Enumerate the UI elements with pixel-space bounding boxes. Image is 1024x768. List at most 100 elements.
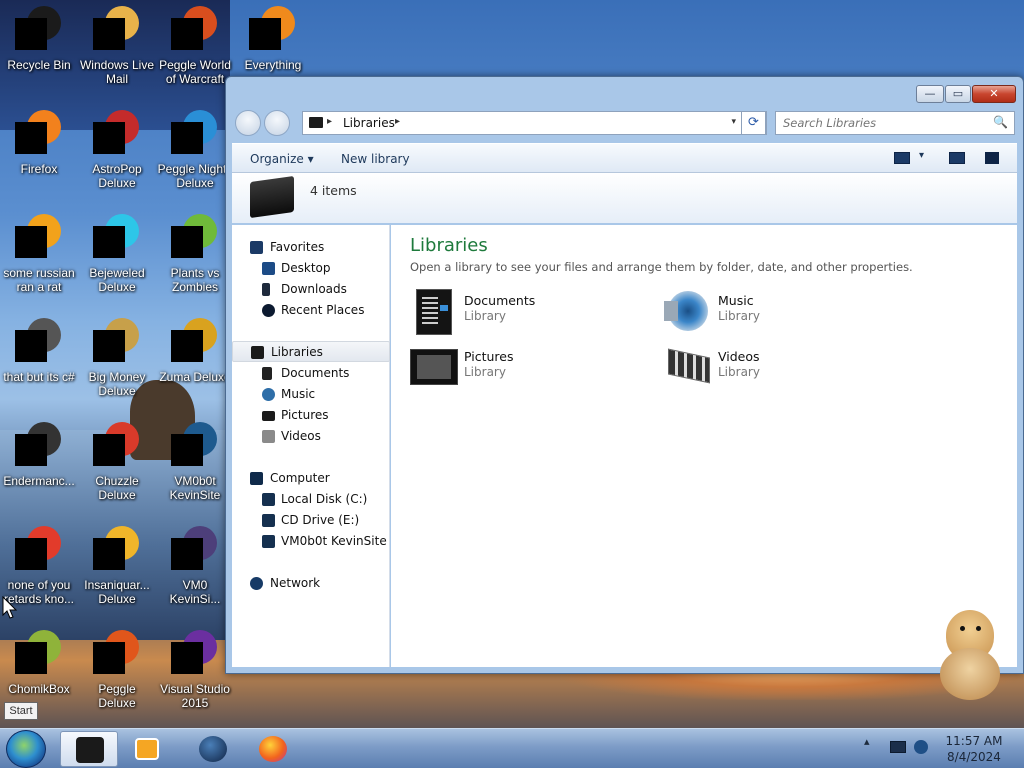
library-type: Library xyxy=(718,365,760,379)
nav-network[interactable]: Network xyxy=(232,573,390,594)
breadcrumb-libraries[interactable]: Libraries xyxy=(343,116,395,130)
help-icon[interactable] xyxy=(985,152,999,164)
desktop-icon-vm0-kevinsi[interactable]: VM0 KevinSi... xyxy=(156,526,234,606)
desktop-icon-chuzzle-deluxe[interactable]: Chuzzle Deluxe xyxy=(78,422,156,502)
search-input[interactable] xyxy=(776,112,986,134)
nav-label: Network xyxy=(270,576,321,590)
shortcut-icon xyxy=(171,630,219,678)
desktop-icon-zuma-deluxe[interactable]: Zuma Deluxe xyxy=(156,318,234,384)
desktop-icon-vm0b0t-kevinsite[interactable]: VM0b0t KevinSite xyxy=(156,422,234,502)
desktop-icon-insaniquar-deluxe[interactable]: Insaniquar... Deluxe xyxy=(78,526,156,606)
nav-music[interactable]: Music xyxy=(232,384,390,405)
tray-overflow-icon[interactable]: ▴ xyxy=(864,735,870,748)
library-documents[interactable]: Documents Library xyxy=(410,287,660,337)
change-view-icon[interactable] xyxy=(894,152,910,164)
network-tray-icon[interactable] xyxy=(890,741,906,753)
library-pictures[interactable]: Pictures Library xyxy=(410,343,660,393)
library-videos[interactable]: Videos Library xyxy=(664,343,914,393)
refresh-button[interactable]: ⟳ xyxy=(741,111,766,135)
network-icon xyxy=(250,577,263,590)
volume-tray-icon[interactable] xyxy=(914,740,928,754)
preview-pane-icon[interactable] xyxy=(949,152,965,164)
nav-downloads[interactable]: Downloads xyxy=(232,279,390,300)
taskbar-firefox[interactable] xyxy=(244,731,302,767)
nav-vm0b0t[interactable]: VM0b0t KevinSite xyxy=(232,531,390,552)
breadcrumb-separator[interactable]: ▸ xyxy=(395,116,400,127)
shortcut-icon xyxy=(93,318,141,366)
taskbar-explorer[interactable] xyxy=(60,731,118,767)
desktop-icon-big-money-deluxe[interactable]: Big Money Deluxe xyxy=(78,318,156,398)
desktop-icon-bejeweled-deluxe[interactable]: Bejeweled Deluxe xyxy=(78,214,156,294)
desktop-icon-everything[interactable]: Everything xyxy=(234,6,312,72)
nav-videos[interactable]: Videos xyxy=(232,426,390,447)
organize-button[interactable]: Organize ▾ xyxy=(250,152,314,166)
desktop-icon-label: Peggle Deluxe xyxy=(98,682,136,710)
desktop-icon-endermanc[interactable]: Endermanc... xyxy=(0,422,78,488)
shortcut-icon xyxy=(15,422,63,470)
desktop-icon-chomikbox[interactable]: ChomikBox xyxy=(0,630,78,696)
desktop-icon-windows-live-mail[interactable]: Windows Live Mail xyxy=(78,6,156,86)
forward-button[interactable] xyxy=(264,110,290,136)
shortcut-icon xyxy=(93,526,141,574)
library-name: Videos xyxy=(718,349,760,364)
desktop-icon-peggle-nights-deluxe[interactable]: Peggle Nights Deluxe xyxy=(156,110,234,190)
maximize-button[interactable]: ▭ xyxy=(945,85,971,103)
clock[interactable]: 11:57 AM 8/4/2024 xyxy=(934,733,1014,765)
minimize-button[interactable]: — xyxy=(916,85,944,103)
start-button[interactable] xyxy=(6,730,46,768)
desktop-icon-peggle-world-of-warcraft[interactable]: Peggle World of Warcraft xyxy=(156,6,234,86)
nav-label: Desktop xyxy=(281,261,331,275)
desktop-icon-visual-studio-2015[interactable]: Visual Studio 2015 xyxy=(156,630,234,710)
close-button[interactable]: ✕ xyxy=(972,85,1016,103)
desktop-icon-recycle-bin[interactable]: Recycle Bin xyxy=(0,6,78,72)
taskbar-media-player[interactable] xyxy=(120,731,178,767)
desktop-icon-peggle-deluxe[interactable]: Peggle Deluxe xyxy=(78,630,156,710)
taskbar-app-globe[interactable] xyxy=(184,731,242,767)
nav-favorites[interactable]: Favorites xyxy=(232,237,390,258)
desktop-icon-label: VM0 KevinSi... xyxy=(169,578,221,606)
nav-local-disk[interactable]: Local Disk (C:) xyxy=(232,489,390,510)
breadcrumb-separator[interactable]: ▸ xyxy=(327,116,332,127)
nav-label: Favorites xyxy=(270,240,325,254)
new-library-button[interactable]: New library xyxy=(341,152,410,166)
library-music[interactable]: Music Library xyxy=(664,287,914,337)
drive-icon xyxy=(262,493,275,506)
library-name: Pictures xyxy=(464,349,514,364)
view-dropdown-icon[interactable]: ▾ xyxy=(919,150,924,161)
explorer-window: — ▭ ✕ ▸ Libraries ▸ ▾ ⟳ 🔍 Organize ▾ New… xyxy=(225,76,1024,674)
nav-desktop[interactable]: Desktop xyxy=(232,258,390,279)
pictures-icon xyxy=(410,343,458,391)
desktop-icon-astropop-deluxe[interactable]: AstroPop Deluxe xyxy=(78,110,156,190)
search-box[interactable]: 🔍 xyxy=(775,111,1015,135)
downloads-icon xyxy=(262,283,270,296)
desktop-icon-firefox[interactable]: Firefox xyxy=(0,110,78,176)
desktop-icon-plants-vs-zombies[interactable]: Plants vs Zombies xyxy=(156,214,234,294)
nav-cd-drive[interactable]: CD Drive (E:) xyxy=(232,510,390,531)
nav-documents[interactable]: Documents xyxy=(232,363,390,384)
music-icon xyxy=(664,287,710,335)
library-name: Documents xyxy=(464,293,536,308)
library-name: Music xyxy=(718,293,754,308)
hamster-gadget[interactable] xyxy=(934,606,1006,702)
desktop-icon-label: VM0b0t KevinSite xyxy=(169,474,221,502)
command-bar: Organize ▾ New library ▾ xyxy=(232,143,1017,173)
libraries-icon xyxy=(309,117,323,128)
address-dropdown-icon[interactable]: ▾ xyxy=(731,117,736,127)
libraries-icon xyxy=(251,346,264,359)
star-icon xyxy=(250,241,263,254)
media-player-icon xyxy=(135,738,159,760)
nav-libraries[interactable]: Libraries xyxy=(232,341,390,362)
address-bar[interactable]: ▸ Libraries ▸ ▾ xyxy=(302,111,767,135)
search-icon[interactable]: 🔍 xyxy=(993,115,1008,129)
desktop-icon-none-of-you-retards-kno[interactable]: none of you retards kno... xyxy=(0,526,78,606)
desktop-icon-label: Firefox xyxy=(20,162,58,176)
nav-recent-places[interactable]: Recent Places xyxy=(232,300,390,321)
nav-computer[interactable]: Computer xyxy=(232,468,390,489)
library-type: Library xyxy=(464,309,506,323)
desktop-icon-some-russian-ran-a-rat[interactable]: some russian ran a rat xyxy=(0,214,78,294)
nav-label: Computer xyxy=(270,471,330,485)
desktop-icon-that-but-its-c[interactable]: that but its c# xyxy=(0,318,78,384)
desktop-icon-label: Plants vs Zombies xyxy=(170,266,220,294)
back-button[interactable] xyxy=(235,110,261,136)
nav-pictures[interactable]: Pictures xyxy=(232,405,390,426)
